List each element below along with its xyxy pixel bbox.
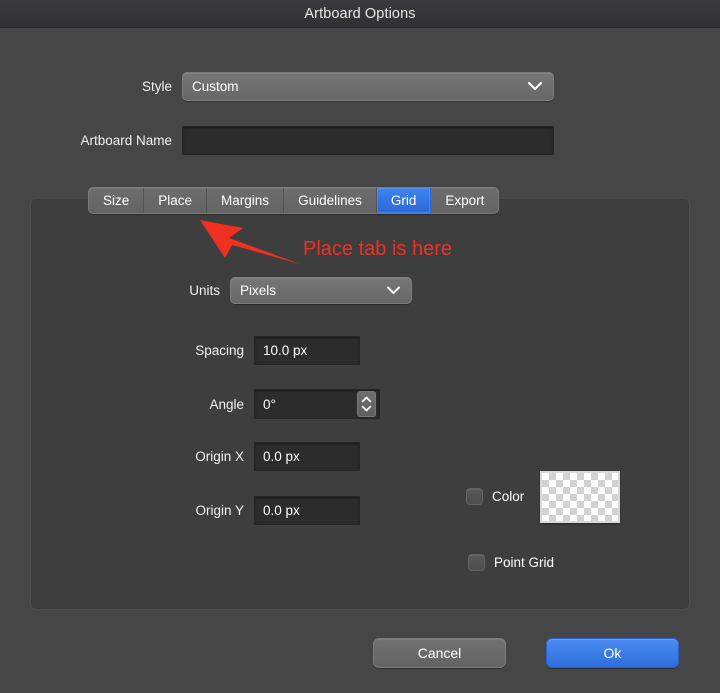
tab-margins-label: Margins: [221, 193, 269, 208]
artboard-name-input[interactable]: [182, 126, 554, 155]
tab-bar: Size Place Margins Guidelines Grid Expor…: [88, 187, 499, 214]
cancel-button[interactable]: Cancel: [373, 638, 506, 668]
chevron-down-icon: [386, 283, 401, 298]
style-label: Style: [96, 79, 182, 94]
title-bar: Artboard Options: [0, 0, 720, 28]
tab-export-label: Export: [445, 193, 484, 208]
tab-export[interactable]: Export: [431, 188, 498, 213]
color-swatch[interactable]: [540, 471, 620, 523]
artboard-name-label: Artboard Name: [34, 133, 182, 148]
style-row: Style Custom: [96, 72, 560, 101]
angle-label: Angle: [110, 397, 254, 412]
origin-y-label: Origin Y: [110, 503, 254, 518]
color-checkbox-row[interactable]: Color: [466, 488, 524, 505]
origin-y-input[interactable]: 0.0 px: [254, 496, 360, 525]
origin-y-row: Origin Y 0.0 px: [110, 496, 360, 525]
tab-size-label: Size: [103, 193, 129, 208]
origin-x-row: Origin X 0.0 px: [110, 442, 360, 471]
spacing-label: Spacing: [110, 343, 254, 358]
tab-grid[interactable]: Grid: [377, 188, 432, 213]
artboard-options-dialog: Artboard Options Style Custom Artboard N…: [0, 0, 720, 693]
artboard-name-row: Artboard Name: [34, 126, 560, 155]
style-select[interactable]: Custom: [182, 72, 554, 101]
window-title: Artboard Options: [304, 6, 415, 22]
origin-x-value: 0.0 px: [263, 449, 300, 464]
units-select[interactable]: Pixels: [230, 277, 412, 304]
units-select-value: Pixels: [240, 283, 276, 298]
ok-button-label: Ok: [604, 645, 622, 661]
tab-size[interactable]: Size: [89, 188, 144, 213]
stepper-up-down-icon[interactable]: [357, 391, 376, 417]
origin-x-input[interactable]: 0.0 px: [254, 442, 360, 471]
point-grid-label: Point Grid: [494, 555, 554, 570]
angle-value: 0°: [263, 397, 276, 412]
tab-place-label: Place: [158, 193, 192, 208]
angle-row: Angle 0°: [110, 389, 380, 419]
chevron-down-icon: [527, 79, 543, 94]
color-label: Color: [492, 489, 524, 504]
point-grid-checkbox[interactable]: [468, 554, 485, 571]
point-grid-checkbox-row[interactable]: Point Grid: [468, 554, 554, 571]
tab-guidelines-label: Guidelines: [298, 193, 362, 208]
tab-grid-label: Grid: [391, 193, 417, 208]
units-row: Units Pixels: [152, 277, 440, 304]
annotation-text: Place tab is here: [303, 238, 452, 261]
color-checkbox[interactable]: [466, 488, 483, 505]
spacing-row: Spacing 10.0 px: [110, 336, 360, 365]
ok-button[interactable]: Ok: [546, 638, 679, 668]
tab-guidelines[interactable]: Guidelines: [284, 188, 377, 213]
units-label: Units: [152, 283, 230, 298]
tab-place[interactable]: Place: [144, 188, 207, 213]
angle-input[interactable]: 0°: [254, 389, 380, 419]
origin-y-value: 0.0 px: [263, 503, 300, 518]
spacing-value: 10.0 px: [263, 343, 307, 358]
origin-x-label: Origin X: [110, 449, 254, 464]
style-select-value: Custom: [192, 79, 239, 94]
cancel-button-label: Cancel: [418, 645, 462, 661]
tab-margins[interactable]: Margins: [207, 188, 284, 213]
spacing-input[interactable]: 10.0 px: [254, 336, 360, 365]
